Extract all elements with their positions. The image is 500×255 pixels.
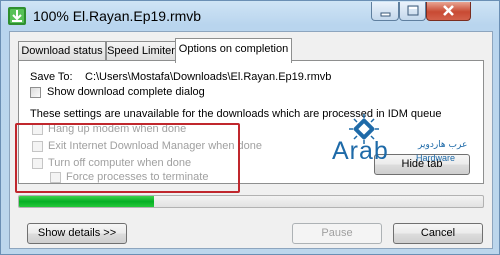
maximize-icon bbox=[407, 5, 419, 16]
close-icon bbox=[443, 5, 454, 16]
tab-speed-limiter[interactable]: Speed Limiter bbox=[106, 41, 176, 61]
dialog-client-area: Download status Speed Limiter Options on… bbox=[9, 31, 493, 249]
pause-button[interactable]: Pause bbox=[292, 223, 382, 244]
highlight-annotation-box bbox=[15, 123, 240, 193]
maximize-button[interactable] bbox=[399, 2, 426, 21]
watermark-sub: Hardware bbox=[416, 153, 456, 163]
title-bar[interactable]: 100% El.Rayan.Ep19.rmvb bbox=[1, 1, 500, 31]
watermark-arabic: عرب هاردوير bbox=[418, 140, 468, 150]
tab-download-status[interactable]: Download status bbox=[18, 41, 106, 61]
close-button[interactable] bbox=[426, 2, 471, 21]
watermark-brand: Arab bbox=[332, 137, 389, 165]
cancel-button[interactable]: Cancel bbox=[393, 223, 483, 244]
download-progress-window: 100% El.Rayan.Ep19.rmvb Download status … bbox=[0, 0, 500, 255]
progress-fill bbox=[19, 196, 154, 207]
save-to-path: C:\Users\Mostafa\Downloads\El.Rayan.Ep19… bbox=[85, 71, 332, 83]
minimize-button[interactable] bbox=[371, 2, 399, 21]
show-download-complete-label[interactable]: Show download complete dialog bbox=[47, 86, 205, 98]
download-progress-bar bbox=[18, 195, 484, 208]
idm-queue-notice: These settings are unavailable for the d… bbox=[30, 108, 442, 120]
minimize-icon bbox=[380, 12, 391, 17]
window-title: 100% El.Rayan.Ep19.rmvb bbox=[33, 8, 202, 24]
idm-app-icon bbox=[8, 7, 26, 25]
show-download-complete-checkbox[interactable] bbox=[30, 87, 41, 98]
show-details-button[interactable]: Show details >> bbox=[27, 223, 127, 244]
tab-options-on-completion[interactable]: Options on completion bbox=[175, 38, 292, 63]
save-to-label: Save To: bbox=[30, 71, 73, 83]
